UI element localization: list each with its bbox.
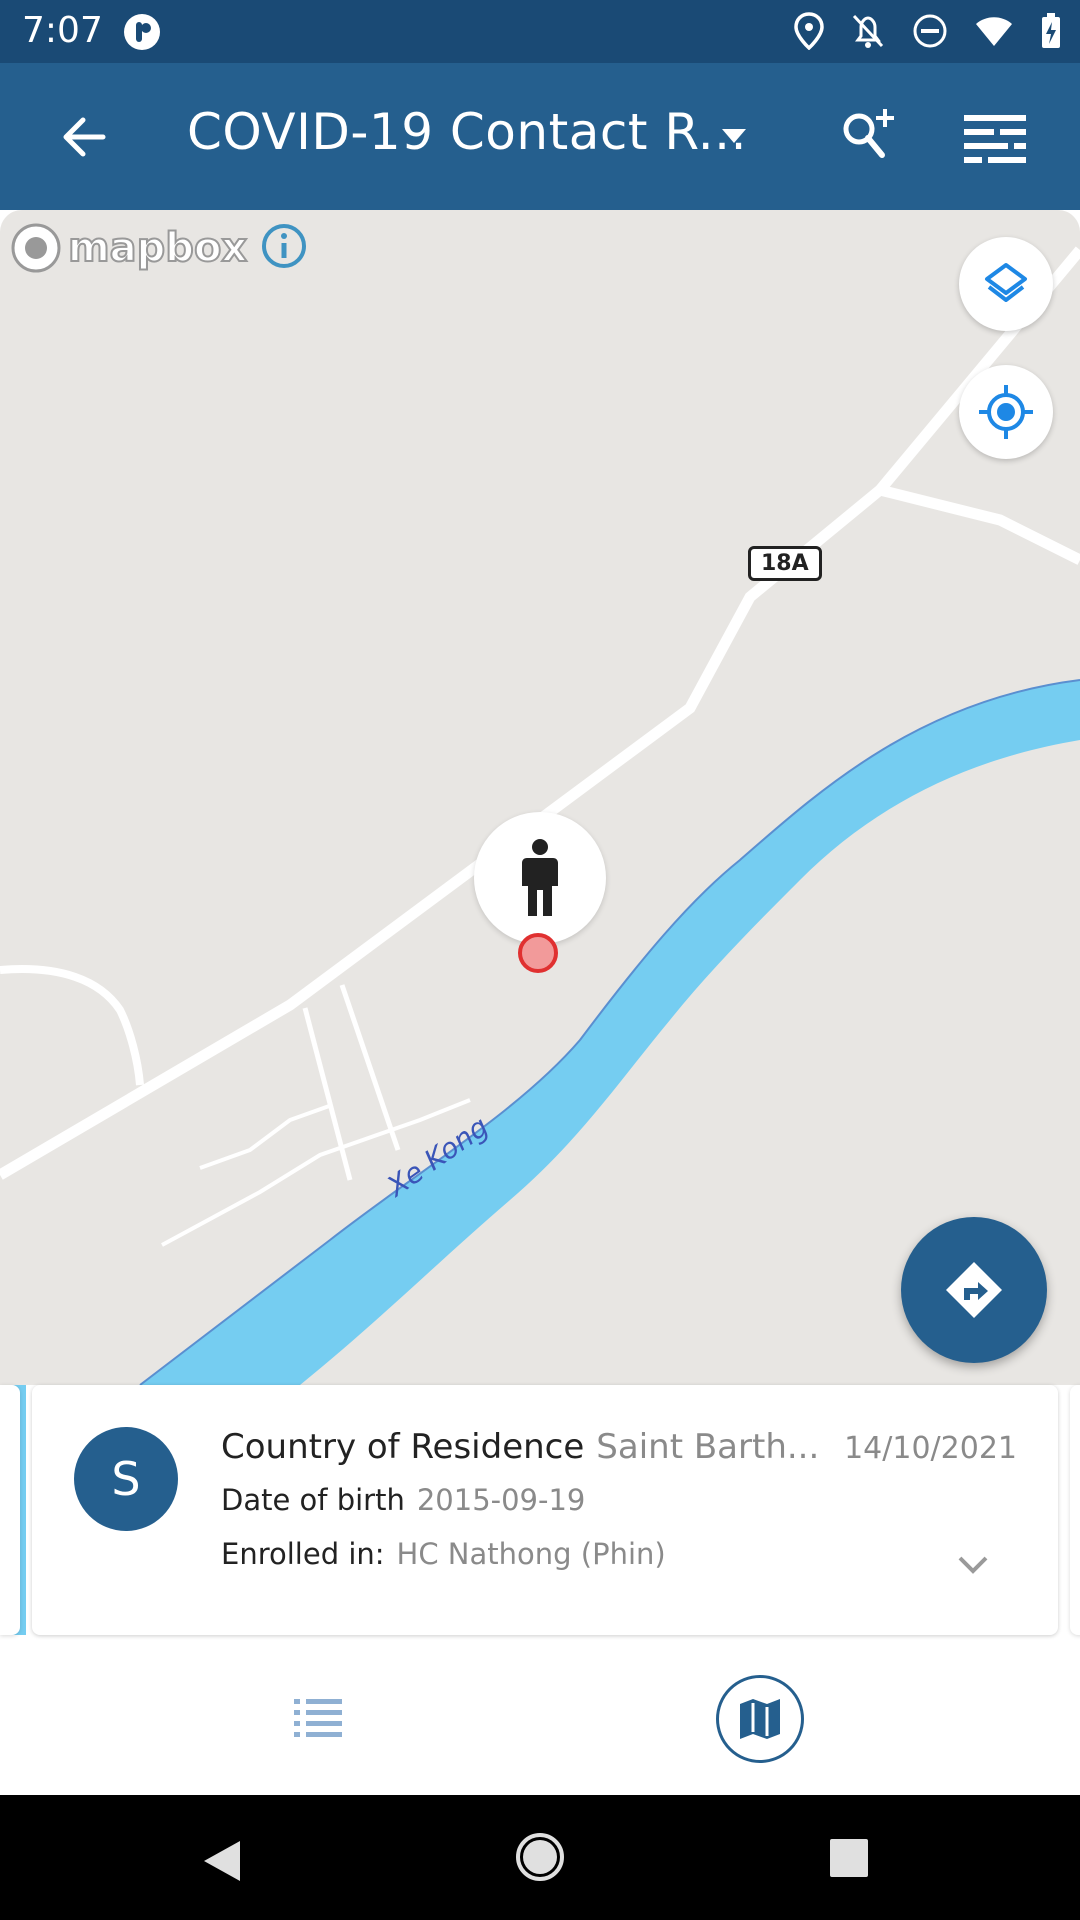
- previous-card-edge[interactable]: [0, 1385, 20, 1635]
- mapbox-logo: mapbox: [10, 222, 307, 274]
- wifi-icon: [974, 14, 1014, 52]
- navigation-button[interactable]: [901, 1217, 1047, 1363]
- tracked-entity-marker[interactable]: [474, 812, 606, 944]
- program-title[interactable]: COVID-19 Contact R...: [187, 103, 747, 161]
- bottom-navigation: [0, 1645, 1080, 1795]
- system-navigation-bar: [0, 1795, 1080, 1920]
- mapbox-logo-icon: [11, 223, 61, 273]
- do-not-disturb-icon: [912, 13, 948, 53]
- map-canvas: [0, 246, 1080, 1385]
- status-bar: 7:07: [0, 0, 1080, 63]
- person-icon: [522, 839, 558, 916]
- map-view-icon: [740, 1699, 780, 1739]
- my-location-button[interactable]: [959, 365, 1053, 459]
- directions-icon: [946, 1262, 1002, 1318]
- attribute-value: Saint Barth...: [596, 1427, 820, 1467]
- map-view-button[interactable]: [716, 1675, 804, 1763]
- road-label: 18A: [748, 546, 822, 581]
- list-view-icon[interactable]: [288, 1693, 348, 1743]
- app-notification-icon: [122, 12, 162, 56]
- status-time: 7:07: [22, 10, 103, 51]
- system-recents-icon[interactable]: [828, 1837, 870, 1883]
- avatar: S: [74, 1427, 178, 1531]
- system-back-icon[interactable]: [200, 1837, 244, 1889]
- system-home-icon[interactable]: [514, 1831, 566, 1887]
- main-road: [0, 246, 1080, 1180]
- battery-charging-icon: [1040, 12, 1062, 54]
- chevron-down-icon[interactable]: [956, 1553, 990, 1577]
- dob-label: Date of birth: [221, 1483, 405, 1517]
- enrolled-row: Enrolled in: HC Nathong (Phin): [221, 1537, 666, 1571]
- tracked-entity-card[interactable]: S Country of Residence Saint Barth... 14/…: [32, 1385, 1058, 1635]
- layers-button[interactable]: [959, 237, 1053, 331]
- attribute-label: Country of Residence: [221, 1427, 585, 1467]
- dropdown-icon[interactable]: [718, 123, 750, 151]
- search-add-icon[interactable]: [835, 105, 905, 165]
- filter-icon[interactable]: [960, 107, 1030, 167]
- enrollment-date: 14/10/2021: [844, 1431, 1017, 1466]
- location-icon: [794, 12, 824, 54]
- notifications-off-icon: [850, 12, 886, 54]
- mapbox-wordmark: mapbox: [67, 224, 248, 272]
- back-arrow-icon[interactable]: [55, 107, 115, 167]
- dob-row: Date of birth 2015-09-19: [221, 1483, 585, 1517]
- location-pin-icon: [517, 932, 559, 974]
- my-location-icon: [979, 385, 1033, 439]
- dob-value: 2015-09-19: [416, 1483, 586, 1517]
- info-icon[interactable]: [261, 223, 307, 273]
- app-bar: COVID-19 Contact R...: [0, 63, 1080, 210]
- avatar-letter: S: [111, 1452, 141, 1506]
- next-card-edge[interactable]: [1070, 1385, 1080, 1635]
- map-view[interactable]: mapbox 18A Xe Kong: [0, 210, 1080, 1385]
- card-header-row: Country of Residence Saint Barth... 14/10…: [221, 1427, 1041, 1477]
- enrolled-value: HC Nathong (Phin): [396, 1537, 666, 1571]
- enrolled-label: Enrolled in:: [221, 1537, 385, 1571]
- layers-icon: [985, 263, 1027, 302]
